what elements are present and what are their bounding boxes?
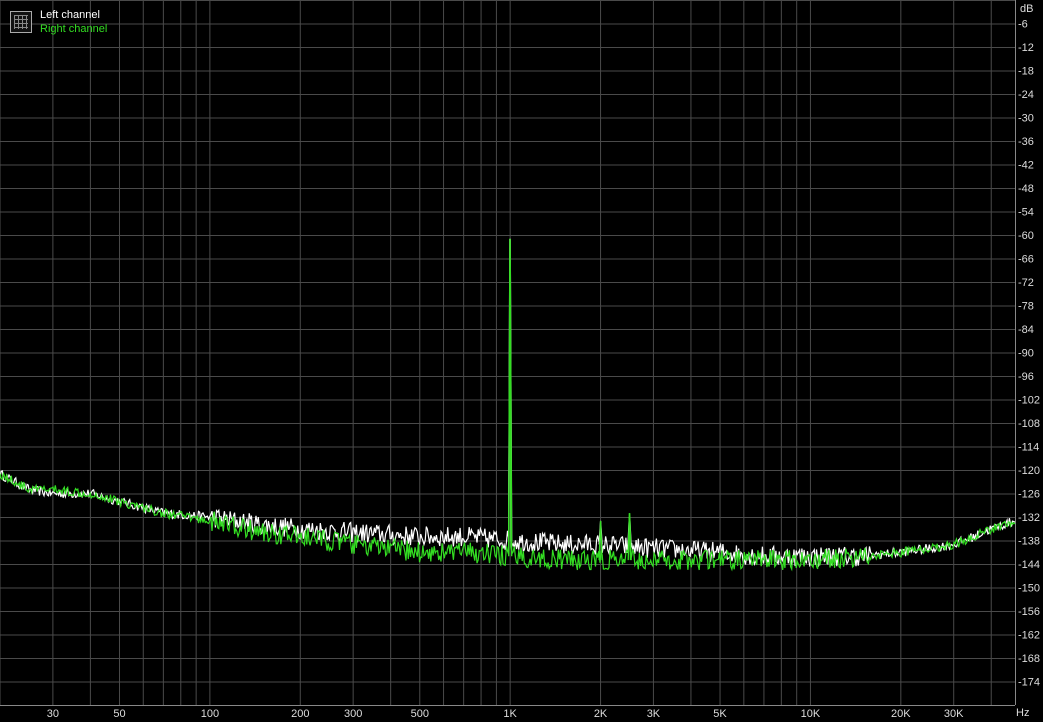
spectrum-plot: -6 -12 -18 -24 -30 -36 -42 -48 -54 -60 -66 -72 -78 -8… [0,0,1040,720]
x-tick-label: 20K [891,708,911,720]
x-tick-label: 500 [411,708,429,720]
y-tick-label: -54 [1018,207,1034,219]
y-tick-label: -24 [1018,89,1034,101]
y-tick-label: -102 [1018,395,1040,407]
y-tick-label: -168 [1018,653,1040,665]
x-tick-labels: 30 50 100 200 300 500 1K 2K 3K 5K 10K 20K 30K [47,708,964,720]
legend-grid-icon[interactable] [10,11,32,33]
x-tick-label: 50 [113,708,125,720]
x-tick-label: 10K [801,708,821,720]
y-tick-label: -72 [1018,277,1034,289]
y-tick-label: -30 [1018,113,1034,125]
y-tick-label: -120 [1018,465,1040,477]
y-tick-label: -114 [1018,442,1039,454]
x-axis-label: Hz [1016,707,1029,719]
grid-major [0,0,1016,706]
x-tick-label: 300 [344,708,362,720]
y-tick-label: -66 [1018,254,1034,266]
y-tick-label: -90 [1018,348,1034,360]
x-tick-label: 30 [47,708,59,720]
y-tick-label: -18 [1018,66,1034,78]
y-tick-label: -150 [1018,583,1040,595]
y-tick-label: -48 [1018,183,1034,195]
legend-left-channel: Left channel [40,9,100,21]
y-tick-label: -36 [1018,136,1034,148]
y-tick-label: -6 [1018,19,1028,31]
y-tick-label: -84 [1018,324,1034,336]
y-tick-label: -162 [1018,630,1040,642]
x-tick-label: 2K [594,708,608,720]
y-tick-label: -78 [1018,301,1034,313]
x-tick-label: 5K [713,708,727,720]
y-tick-label: -60 [1018,230,1034,242]
x-tick-label: 200 [291,708,309,720]
x-tick-label: 30K [944,708,964,720]
x-tick-label: 100 [201,708,219,720]
legend-right-channel: Right channel [40,23,108,35]
y-tick-label: -96 [1018,371,1034,383]
y-tick-label: -108 [1018,418,1040,430]
y-tick-label: -144 [1018,559,1040,571]
series-group [0,238,1016,572]
y-tick-label: -12 [1018,42,1034,54]
y-tick-label: -138 [1018,536,1040,548]
y-tick-label: -156 [1018,606,1040,618]
x-tick-label: 1K [503,708,517,720]
y-tick-label: -174 [1018,677,1040,689]
y-tick-label: -126 [1018,489,1040,501]
x-tick-label: 3K [647,708,661,720]
y-tick-label: -132 [1018,512,1040,524]
series-line-right [0,238,1016,572]
y-tick-labels: -6 -12 -18 -24 -30 -36 -42 -48 -54 -60 -66 -72 -78 -8… [1018,19,1040,689]
legend: Left channel Right channel [10,8,107,36]
y-axis-label: dB [1020,3,1033,15]
y-tick-label: -42 [1018,160,1034,172]
